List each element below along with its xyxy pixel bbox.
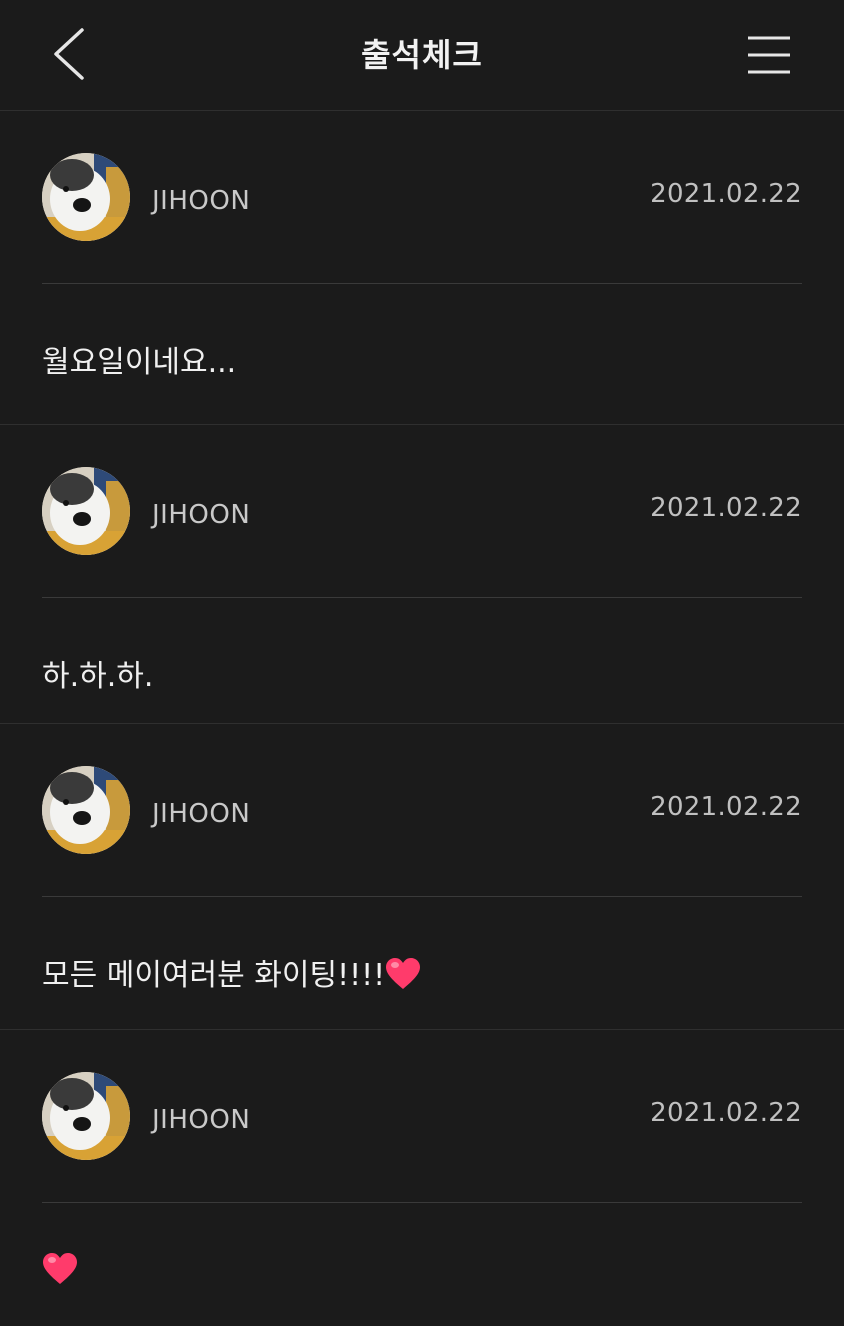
post-divider: [42, 1202, 802, 1203]
post-content: 하.하.하.: [42, 651, 153, 695]
post-header: JIHOON 2021.02.22: [0, 1030, 844, 1202]
post-date: 2021.02.22: [650, 179, 802, 209]
post-header: JIHOON 2021.02.22: [0, 111, 844, 283]
chevron-left-icon: [54, 28, 84, 80]
top-bar: 출석체크: [0, 0, 844, 111]
page-title: 출석체크: [361, 36, 483, 74]
author-name[interactable]: JIHOON: [152, 1105, 250, 1135]
post-content: 월요일이네요...: [42, 337, 236, 381]
post-item[interactable]: JIHOON 2021.02.22 월요일이네요...: [0, 111, 844, 425]
heart-icon: [43, 1253, 77, 1284]
avatar[interactable]: [42, 153, 130, 241]
post-divider: [42, 283, 802, 284]
post-date: 2021.02.22: [650, 1098, 802, 1128]
back-button[interactable]: [44, 22, 104, 86]
avatar[interactable]: [42, 1072, 130, 1160]
author-name[interactable]: JIHOON: [152, 500, 250, 530]
hamburger-menu-icon: [748, 36, 790, 74]
post-item[interactable]: JIHOON 2021.02.22: [0, 1030, 844, 1326]
post-item[interactable]: JIHOON 2021.02.22 모든 메이여러분 화이팅!!!!: [0, 724, 844, 1030]
avatar[interactable]: [42, 467, 130, 555]
post-text: 하.하.하.: [42, 659, 154, 694]
avatar[interactable]: [42, 766, 130, 854]
post-date: 2021.02.22: [650, 792, 802, 822]
heart-icon: [386, 958, 421, 989]
post-text: 월요일이네요...: [42, 345, 237, 380]
post-item[interactable]: JIHOON 2021.02.22 하.하.하.: [0, 425, 844, 724]
post-content: [42, 1252, 78, 1288]
author-name[interactable]: JIHOON: [152, 186, 250, 216]
post-divider: [42, 597, 802, 598]
post-date: 2021.02.22: [650, 493, 802, 523]
post-content: 모든 메이여러분 화이팅!!!!: [42, 950, 421, 994]
menu-button[interactable]: [740, 30, 800, 80]
post-header: JIHOON 2021.02.22: [0, 425, 844, 597]
post-header: JIHOON 2021.02.22: [0, 724, 844, 896]
post-text: 모든 메이여러분 화이팅!!!!: [42, 958, 386, 993]
post-divider: [42, 896, 802, 897]
author-name[interactable]: JIHOON: [152, 799, 250, 829]
